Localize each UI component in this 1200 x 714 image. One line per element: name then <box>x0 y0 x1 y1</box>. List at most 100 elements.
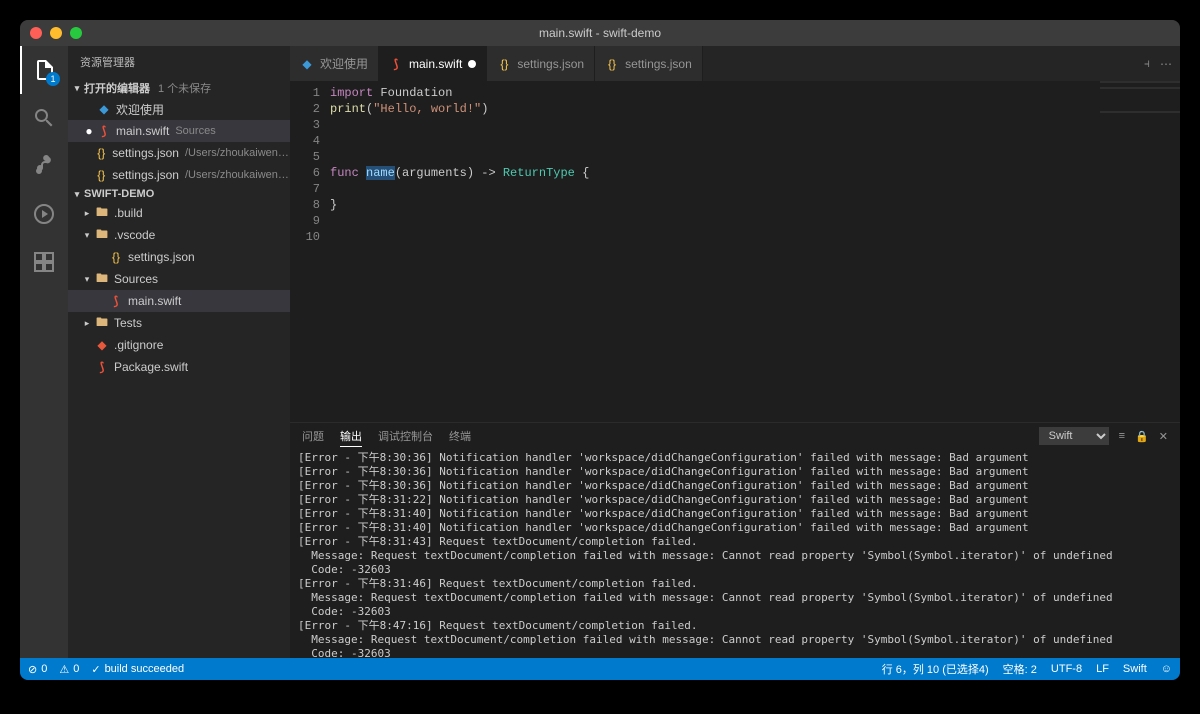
window-controls <box>20 27 82 39</box>
open-editors-unsaved-count: 1 个未保存 <box>158 80 211 96</box>
split-editor-icon[interactable]: ⫞ <box>1144 56 1150 71</box>
vscode-window: main.swift - swift-demo 1 资源管理器 <box>20 20 1180 680</box>
tree-folder-sources[interactable]: ▾🖿Sources <box>68 268 290 290</box>
status-eol[interactable]: LF <box>1096 663 1109 675</box>
activity-debug[interactable] <box>20 190 68 238</box>
tab-actions: ⫞ ⋯ <box>1136 46 1180 81</box>
tree-folder-vscode[interactable]: ▾🖿.vscode <box>68 224 290 246</box>
tab-settings-json-2[interactable]: {} settings.json <box>595 46 703 81</box>
tree-label: Tests <box>114 316 142 330</box>
code-content[interactable]: import Foundation print("Hello, world!")… <box>330 81 1180 422</box>
status-cursor[interactable]: 行 6，列 10 (已选择4) <box>882 661 989 677</box>
tab-label: 欢迎使用 <box>320 55 368 72</box>
chevron-right-icon: ▸ <box>82 208 92 219</box>
chevron-down-icon: ▾ <box>72 83 82 94</box>
activity-extensions[interactable] <box>20 238 68 286</box>
status-bar: ⊘0 ⚠0 ✓build succeeded 行 6，列 10 (已选择4) 空… <box>20 658 1180 680</box>
tree-label: Package.swift <box>114 360 188 374</box>
chevron-down-icon: ▾ <box>72 189 82 200</box>
clear-output-icon[interactable]: ≡ <box>1119 430 1125 442</box>
tree-file-settings[interactable]: {} settings.json <box>68 246 290 268</box>
panel-tab-output[interactable]: 输出 <box>340 426 362 447</box>
check-icon: ✓ <box>91 663 100 676</box>
chevron-down-icon: ▾ <box>82 230 92 241</box>
close-window-button[interactable] <box>30 27 42 39</box>
editor-body[interactable]: 12345678910 import Foundation print("Hel… <box>290 81 1180 422</box>
status-encoding[interactable]: UTF-8 <box>1051 663 1082 675</box>
workspace-name: SWIFT-DEMO <box>84 188 154 200</box>
panel-tab-debug-console[interactable]: 调试控制台 <box>378 426 433 446</box>
more-actions-icon[interactable]: ⋯ <box>1160 57 1172 71</box>
vscode-icon: ◆ <box>96 102 112 116</box>
status-language[interactable]: Swift <box>1123 663 1147 675</box>
open-editor-label: 欢迎使用 <box>116 101 164 118</box>
open-editors-header[interactable]: ▾ 打开的编辑器 1 个未保存 <box>68 78 290 98</box>
tree-folder-tests[interactable]: ▸🖿Tests <box>68 312 290 334</box>
dirty-indicator-icon <box>468 60 476 68</box>
tree-label: .vscode <box>114 228 155 242</box>
maximize-window-button[interactable] <box>70 27 82 39</box>
tab-label: settings.json <box>517 57 584 71</box>
warning-icon: ⚠ <box>59 663 69 676</box>
folder-icon: 🖿 <box>94 269 110 290</box>
tree-label: .gitignore <box>114 338 163 352</box>
activity-explorer[interactable]: 1 <box>20 46 68 94</box>
window-title: main.swift - swift-demo <box>539 26 661 40</box>
file-tree: ▸🖿.build ▾🖿.vscode {}settings.json ▾🖿Sou… <box>68 202 290 378</box>
open-editor-item[interactable]: {}settings.json/Users/zhoukaiwen/Lib... <box>68 164 290 186</box>
swift-icon: ⟆ <box>389 57 403 71</box>
open-editor-label: settings.json <box>112 146 179 160</box>
tab-label: main.swift <box>409 57 462 71</box>
status-spaces[interactable]: 空格: 2 <box>1003 661 1037 677</box>
debug-icon <box>32 202 56 226</box>
git-icon: ◆ <box>94 338 110 352</box>
activity-search[interactable] <box>20 94 68 142</box>
close-panel-icon[interactable]: ✕ <box>1159 430 1168 443</box>
sidebar-title: 资源管理器 <box>68 46 290 78</box>
panel-tab-problems[interactable]: 问题 <box>302 426 324 446</box>
minimap[interactable] <box>1100 81 1180 141</box>
json-icon: {} <box>605 57 619 71</box>
workspace-header[interactable]: ▾ SWIFT-DEMO <box>68 186 290 202</box>
tree-file-main[interactable]: ⟆ main.swift <box>68 290 290 312</box>
tree-file-package[interactable]: ⟆ Package.swift <box>68 356 290 378</box>
swift-icon: ⟆ <box>108 294 124 308</box>
activity-scm[interactable] <box>20 142 68 190</box>
panel-actions: Swift ≡ 🔒 ✕ <box>1039 427 1168 445</box>
open-editor-item[interactable]: ●⟆main.swiftSources <box>68 120 290 142</box>
folder-icon: 🖿 <box>94 203 110 224</box>
tree-label: .build <box>114 206 143 220</box>
open-editor-item[interactable]: ◆ 欢迎使用 <box>68 98 290 120</box>
lock-scroll-icon[interactable]: 🔒 <box>1135 430 1149 443</box>
error-icon: ⊘ <box>28 663 37 676</box>
tab-main-swift[interactable]: ⟆ main.swift <box>379 46 487 81</box>
tree-file-gitignore[interactable]: ◆ .gitignore <box>68 334 290 356</box>
search-icon <box>32 106 56 130</box>
status-build[interactable]: ✓build succeeded <box>91 663 184 676</box>
json-icon: {} <box>108 250 124 264</box>
open-editors-list: ◆ 欢迎使用 ●⟆main.swiftSources {}settings.jso… <box>68 98 290 186</box>
open-editor-item[interactable]: {}settings.json/Users/zhoukaiwen/Lib... <box>68 142 290 164</box>
swift-icon: ⟆ <box>94 360 110 374</box>
tree-folder-build[interactable]: ▸🖿 .build <box>68 202 290 224</box>
output-body[interactable]: [Error - 下午8:30:36] Notification handler… <box>290 449 1180 658</box>
status-feedback[interactable]: ☺ <box>1161 663 1172 675</box>
tab-settings-json-1[interactable]: {}settings.json <box>487 46 595 81</box>
status-errors[interactable]: ⊘0 <box>28 663 47 676</box>
minimize-window-button[interactable] <box>50 27 62 39</box>
dirty-indicator: ● <box>82 124 96 138</box>
folder-icon: 🖿 <box>94 313 110 334</box>
sidebar-explorer: 资源管理器 ▾ 打开的编辑器 1 个未保存 ◆欢迎使用 ●⟆main.swift… <box>68 46 290 658</box>
status-warnings[interactable]: ⚠0 <box>59 663 79 676</box>
open-editors-label: 打开的编辑器 <box>84 80 150 96</box>
tree-label: main.swift <box>128 294 181 308</box>
explorer-badge: 1 <box>46 72 60 86</box>
vscode-icon: ◆ <box>300 57 314 71</box>
tab-label: settings.json <box>625 57 692 71</box>
output-channel-select[interactable]: Swift <box>1039 427 1109 445</box>
tab-welcome[interactable]: ◆ 欢迎使用 <box>290 46 379 81</box>
smiley-icon: ☺ <box>1161 663 1172 675</box>
open-editor-label: main.swift <box>116 124 169 138</box>
tree-label: settings.json <box>128 250 195 264</box>
panel-tab-terminal[interactable]: 终端 <box>449 426 471 446</box>
